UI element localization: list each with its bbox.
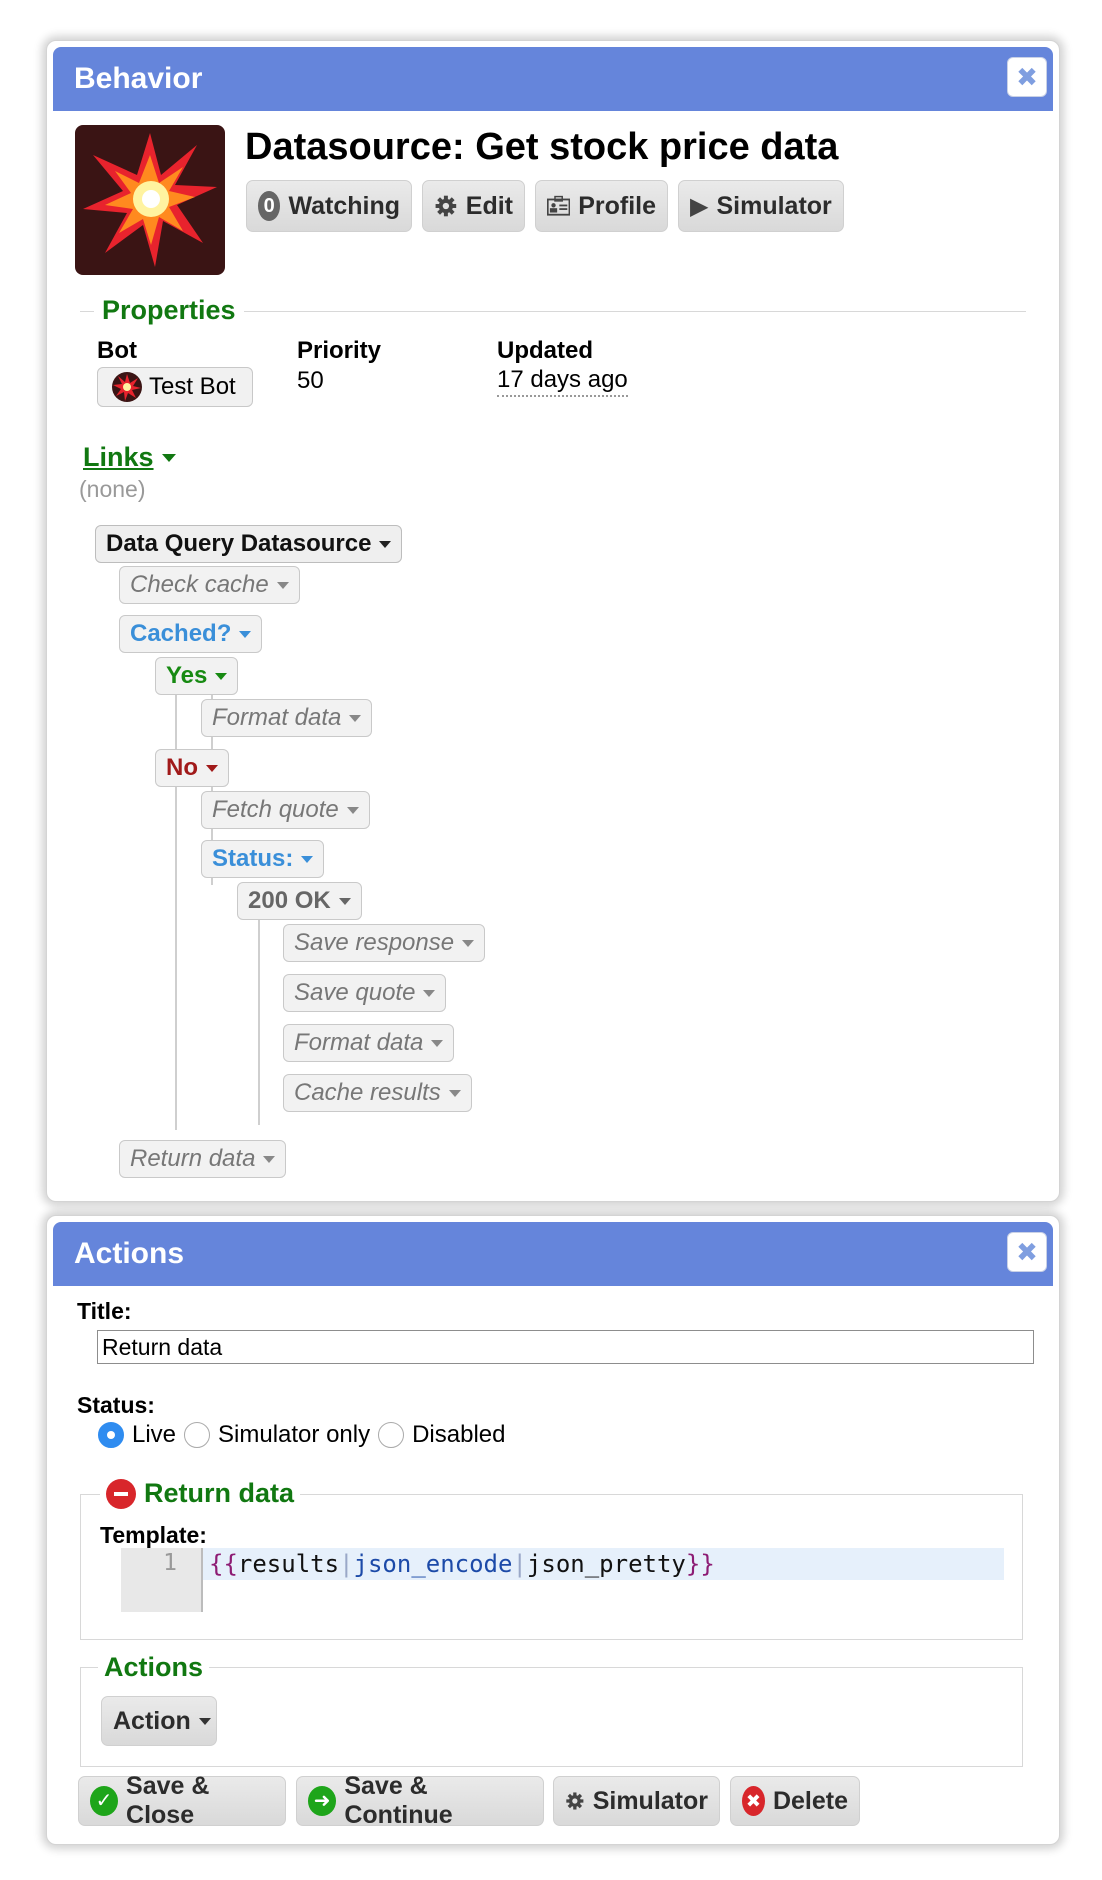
gear-icon — [435, 195, 457, 217]
save-continue-button[interactable]: ➜ Save & Continue — [296, 1772, 544, 1829]
bot-button[interactable]: Test Bot — [97, 367, 253, 407]
behavior-panel-header: Behavior ✖ — [53, 47, 1053, 111]
edit-label: Edit — [465, 191, 513, 220]
template-label: Template: — [100, 1522, 207, 1548]
watching-button[interactable]: 0 Watching — [246, 180, 412, 232]
links-title: Links — [83, 442, 154, 472]
delete-label: Delete — [772, 1786, 848, 1815]
links-toggle[interactable]: Links — [83, 442, 176, 473]
save-continue-label: Save & Continue — [344, 1772, 453, 1829]
status-simulator-label: Simulator only — [218, 1421, 371, 1448]
chevron-down-icon — [161, 453, 176, 462]
arrow-right-icon: ➜ — [308, 1786, 337, 1816]
delete-x-icon: ✖ — [742, 1786, 765, 1816]
watch-count-badge: 0 — [258, 191, 281, 221]
chevron-down-icon — [198, 1717, 211, 1725]
code-line: {{results|json_encode|json_pretty}} — [203, 1548, 1004, 1580]
bot-label: Bot — [97, 337, 137, 364]
flow-root[interactable]: Data Query Datasource — [95, 525, 403, 563]
watching-label: Watching — [288, 191, 400, 220]
priority-label: Priority — [297, 337, 382, 364]
title-input[interactable] — [97, 1330, 1034, 1364]
status-label: Status: — [77, 1392, 155, 1418]
template-editor[interactable]: 1 {{results|json_encode|json_pretty}} — [121, 1548, 1004, 1612]
close-icon[interactable]: ✖ — [1007, 57, 1047, 97]
panel-title: Actions — [74, 1237, 185, 1270]
code-brace-close: }} — [685, 1550, 715, 1578]
profile-button[interactable]: Profile — [535, 180, 668, 232]
tree-line — [258, 895, 260, 1125]
play-icon: ▶ — [690, 192, 709, 220]
line-number: 1 — [163, 1550, 177, 1576]
flow-yes-branch[interactable]: Yes — [155, 657, 239, 695]
return-data-legend: Return data — [100, 1478, 301, 1509]
status-disabled-label: Disabled — [412, 1421, 506, 1448]
actions-panel-header: Actions ✖ — [53, 1222, 1053, 1286]
remove-icon[interactable] — [106, 1478, 136, 1509]
line-gutter: 1 — [121, 1548, 203, 1612]
flow-save-quote[interactable]: Save quote — [283, 974, 447, 1012]
bot-name: Test Bot — [149, 373, 236, 400]
simulator-button[interactable]: ▶ Simulator — [678, 180, 844, 232]
links-value: (none) — [79, 476, 146, 502]
properties-title: Properties — [94, 295, 244, 326]
gear-icon — [566, 1792, 584, 1810]
footer-simulator-label: Simulator — [592, 1786, 708, 1815]
checkmark-icon: ✓ — [90, 1786, 119, 1816]
flow-save-response[interactable]: Save response — [283, 924, 486, 962]
title-label: Title: — [77, 1298, 132, 1324]
behavior-avatar — [75, 125, 225, 275]
code-pipe: | — [339, 1550, 354, 1578]
flow-return-data[interactable]: Return data — [119, 1140, 287, 1178]
flow-cache-results[interactable]: Cache results — [283, 1074, 472, 1112]
code-pipe: | — [512, 1550, 527, 1578]
flow-check-cache[interactable]: Check cache — [119, 566, 300, 604]
updated-value: 17 days ago — [497, 366, 628, 397]
profile-card-icon — [547, 195, 571, 216]
save-close-button[interactable]: ✓ Save & Close — [78, 1772, 286, 1829]
actions-section-title: Actions — [98, 1652, 210, 1683]
flow-no-branch[interactable]: No — [155, 749, 229, 787]
flow-format-data-200[interactable]: Format data — [283, 1024, 455, 1062]
code-variable: results — [237, 1550, 340, 1578]
flow-cached-decision[interactable]: Cached? — [119, 615, 263, 653]
code-filter-2: json_pretty — [526, 1550, 686, 1578]
code-brace-open: {{ — [209, 1550, 238, 1578]
status-simulator-radio[interactable] — [184, 1422, 211, 1448]
status-radio-group: Live Simulator only Disabled — [98, 1421, 505, 1449]
updated-label: Updated — [497, 337, 593, 364]
code-filter-1: json_encode — [353, 1550, 513, 1578]
close-icon[interactable]: ✖ — [1007, 1232, 1047, 1272]
flow-status-decision[interactable]: Status: — [201, 840, 325, 878]
profile-label: Profile — [578, 191, 656, 220]
flow-fetch-quote[interactable]: Fetch quote — [201, 791, 370, 829]
action-label: Action — [113, 1706, 191, 1735]
flow-format-data-yes[interactable]: Format data — [201, 699, 373, 737]
return-data-title: Return data — [144, 1478, 295, 1508]
priority-value: 50 — [297, 367, 324, 394]
status-live-radio[interactable] — [98, 1422, 124, 1448]
simulator-label: Simulator — [716, 191, 832, 220]
explosion-icon — [83, 133, 217, 267]
footer-simulator-button[interactable]: Simulator — [553, 1776, 720, 1826]
actions-fieldset — [80, 1667, 1023, 1767]
page-title: Datasource: Get stock price data — [245, 126, 839, 168]
edit-button[interactable]: Edit — [422, 180, 525, 232]
status-live-label: Live — [132, 1421, 177, 1448]
panel-title: Behavior — [74, 62, 203, 95]
status-disabled-radio[interactable] — [378, 1422, 405, 1448]
save-close-label: Save & Close — [126, 1772, 210, 1829]
action-dropdown-button[interactable]: Action — [101, 1696, 217, 1746]
delete-button[interactable]: ✖ Delete — [730, 1776, 860, 1826]
bot-avatar-icon — [112, 372, 142, 402]
flow-status-200-branch[interactable]: 200 OK — [237, 882, 362, 920]
